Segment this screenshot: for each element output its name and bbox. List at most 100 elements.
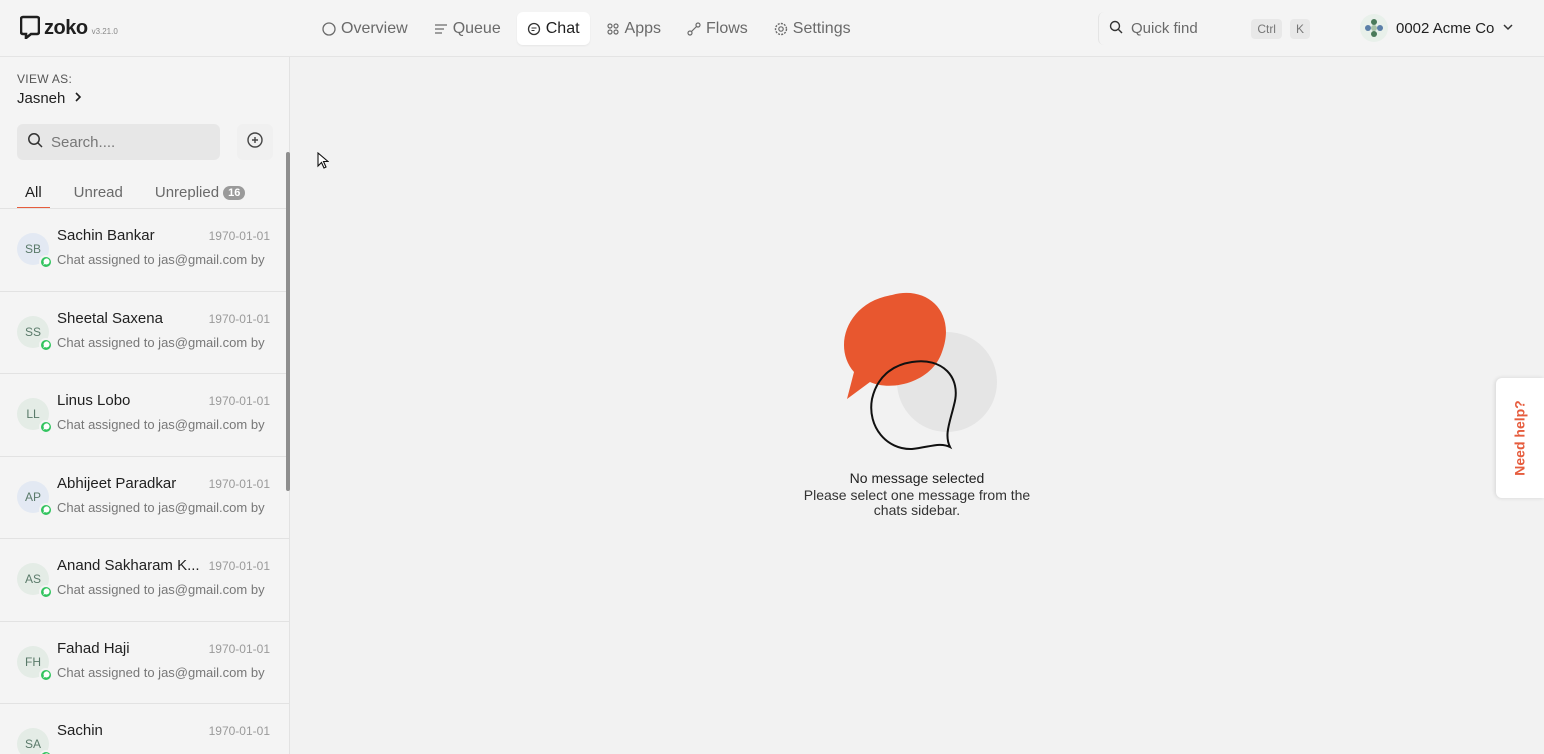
chat-list-item[interactable]: FH Fahad Haji 1970-01-01 Chat assigned t… (0, 622, 290, 704)
unreplied-count-badge: 16 (223, 185, 246, 200)
avatar-initials: FH (25, 654, 41, 669)
whatsapp-icon (39, 420, 53, 434)
chat-list-item[interactable]: SA Sachin 1970-01-01 (0, 704, 290, 754)
chat-list: SB Sachin Bankar 1970-01-01 Chat assigne… (0, 208, 290, 754)
nav-chat[interactable]: Chat (516, 12, 590, 45)
chat-date: 1970-01-01 (208, 229, 270, 243)
chat-preview: Chat assigned to jas@gmail.com by (57, 252, 265, 267)
chat-preview: Chat assigned to jas@gmail.com by (57, 582, 265, 597)
chat-list-item[interactable]: SS Sheetal Saxena 1970-01-01 Chat assign… (0, 292, 290, 374)
nav-apps[interactable]: Apps (596, 12, 671, 45)
view-as-user-name: Jasneh (17, 90, 66, 107)
chat-preview: Chat assigned to jas@gmail.com by (57, 417, 265, 432)
chat-contact-name: Linus Lobo (57, 392, 131, 409)
chat-contact-name: Sachin (57, 722, 103, 739)
chat-sidebar: VIEW AS: Jasneh All Unread Unreplied 16 … (0, 57, 290, 754)
avatar: SA (17, 728, 53, 754)
whatsapp-icon (39, 255, 53, 269)
nav-settings-label: Settings (792, 19, 851, 37)
avatar: AS (17, 563, 53, 599)
nav-flows-label: Flows (706, 19, 748, 37)
mouse-pointer-icon (317, 151, 330, 175)
view-as-label: VIEW AS: (17, 72, 73, 86)
chat-search-input[interactable] (51, 133, 201, 151)
chat-main-panel: No message selected Please select one me… (290, 57, 1544, 754)
chat-contact-name: Sachin Bankar (57, 227, 155, 244)
whatsapp-icon (39, 502, 53, 517)
chevron-down-icon (1502, 20, 1514, 37)
avatar-initials: SS (24, 324, 41, 339)
view-as-user-selector[interactable]: Jasneh (17, 90, 83, 107)
nav-queue[interactable]: Queue (424, 12, 511, 45)
chat-contact-name: Sheetal Saxena (57, 309, 163, 327)
avatar-initials: SA (24, 737, 41, 751)
shortcut-key-k: K (1289, 18, 1310, 39)
gear-icon (774, 22, 788, 36)
org-avatar (1360, 14, 1388, 42)
tab-unread[interactable]: Unread (66, 181, 131, 209)
empty-state-title: No message selected (849, 470, 985, 486)
avatar-initials: AP (24, 489, 41, 504)
tab-unreplied-label: Unreplied (154, 184, 220, 201)
new-chat-button[interactable] (237, 124, 273, 160)
chevron-right-icon (73, 90, 83, 107)
need-help-button[interactable]: Need help? (1496, 378, 1544, 498)
quick-find-placeholder: Quick find (1131, 20, 1198, 37)
chat-contact-name: Abhijeet Paradkar (57, 474, 177, 492)
search-icon (27, 132, 43, 153)
avatar: AP (17, 480, 53, 517)
new-chat-icon (246, 131, 264, 154)
nav-queue-label: Queue (452, 19, 501, 37)
avatar-initials: SB (24, 242, 41, 256)
nav-overview[interactable]: Overview (312, 12, 418, 45)
zoko-logo-icon (19, 15, 41, 41)
need-help-label: Need help? (1512, 400, 1528, 476)
main-nav: Overview Queue Chat Apps Flows Settings (312, 12, 861, 45)
whatsapp-icon (39, 337, 53, 352)
organization-switcher[interactable]: 0002 Acme Co (1360, 14, 1514, 42)
search-icon (1109, 20, 1123, 38)
whatsapp-icon (39, 750, 53, 754)
tab-unread-label: Unread (73, 184, 123, 201)
chat-contact-name: Fahad Haji (57, 639, 130, 657)
chat-list-item[interactable]: SB Sachin Bankar 1970-01-01 Chat assigne… (0, 209, 290, 292)
chat-preview: Chat assigned to jas@gmail.com by (57, 499, 265, 515)
chat-contact-name: Anand Sakharam K... (57, 557, 200, 574)
chat-date: 1970-01-01 (208, 641, 270, 656)
avatar-initials: LL (26, 407, 40, 421)
empty-state-subtitle: Please select one message from the chats… (803, 487, 1031, 518)
avatar-initials: AS (24, 572, 41, 586)
tab-all[interactable]: All (17, 181, 50, 209)
tab-all-label: All (25, 184, 42, 201)
nav-overview-label: Overview (341, 19, 408, 37)
quick-find[interactable]: Quick find Ctrl K (1098, 12, 1320, 45)
tab-unreplied[interactable]: Unreplied 16 (147, 181, 253, 209)
avatar: SS (17, 315, 53, 352)
chat-list-item[interactable]: AP Abhijeet Paradkar 1970-01-01 Chat ass… (0, 457, 290, 539)
shortcut-key-ctrl: Ctrl (1251, 18, 1282, 39)
chat-date: 1970-01-01 (208, 394, 270, 408)
chat-list-item[interactable]: AS Anand Sakharam K... 1970-01-01 Chat a… (0, 539, 290, 622)
chat-list-item[interactable]: LL Linus Lobo 1970-01-01 Chat assigned t… (0, 374, 290, 457)
chat-preview: Chat assigned to jas@gmail.com by (57, 664, 265, 680)
chat-search[interactable] (17, 124, 220, 160)
nav-flows[interactable]: Flows (677, 12, 758, 45)
zoko-logo[interactable]: zoko v3.21.0 (19, 15, 118, 41)
chat-preview: Chat assigned to jas@gmail.com by (57, 334, 265, 350)
app-version: v3.21.0 (91, 27, 118, 36)
nav-chat-label: Chat (545, 19, 580, 37)
nav-apps-label: Apps (624, 19, 661, 37)
circle-icon (322, 21, 336, 36)
empty-chat-illustration (843, 292, 997, 451)
chat-date: 1970-01-01 (208, 311, 270, 326)
chat-date: 1970-01-01 (208, 476, 270, 491)
avatar: LL (17, 398, 53, 434)
list-icon (434, 22, 448, 36)
chat-date: 1970-01-01 (208, 724, 270, 738)
chat-bubble-icon (527, 22, 541, 36)
avatar: FH (17, 645, 53, 682)
chat-filter-tabs: All Unread Unreplied 16 (17, 181, 269, 209)
grid-icon (606, 22, 620, 36)
nav-settings[interactable]: Settings (764, 12, 861, 45)
chat-date: 1970-01-01 (208, 559, 270, 573)
